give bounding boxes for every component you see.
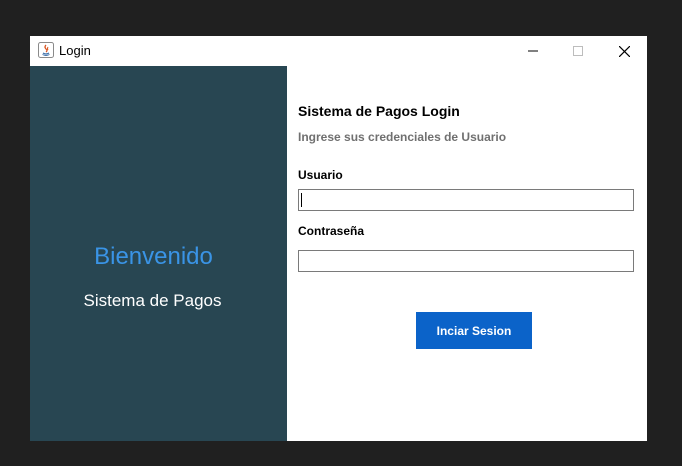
maximize-button[interactable] xyxy=(555,36,601,66)
username-label: Usuario xyxy=(298,168,343,182)
maximize-icon xyxy=(573,46,583,56)
text-caret xyxy=(301,193,302,207)
window-title: Login xyxy=(59,43,91,58)
welcome-subheading: Sistema de Pagos xyxy=(83,291,222,310)
login-button[interactable]: Inciar Sesion xyxy=(416,312,532,349)
close-icon xyxy=(618,45,630,57)
minimize-button[interactable] xyxy=(510,36,556,66)
welcome-panel: Bienvenido Sistema de Pagos xyxy=(30,66,287,441)
close-button[interactable] xyxy=(601,36,647,66)
login-form: Sistema de Pagos Login Ingrese sus crede… xyxy=(287,66,647,441)
password-field[interactable] xyxy=(298,250,634,272)
password-label: Contraseña xyxy=(298,224,365,238)
form-hint: Ingrese sus credenciales de Usuario xyxy=(298,130,507,144)
java-app-icon xyxy=(38,42,54,58)
title-bar[interactable]: Login xyxy=(30,36,647,66)
welcome-heading: Bienvenido xyxy=(94,243,213,270)
minimize-icon xyxy=(528,50,538,52)
login-window: Login Bienvenido Sistema de Pagos Sistem… xyxy=(30,36,647,441)
form-title: Sistema de Pagos Login xyxy=(298,103,460,119)
username-field[interactable] xyxy=(298,189,634,211)
